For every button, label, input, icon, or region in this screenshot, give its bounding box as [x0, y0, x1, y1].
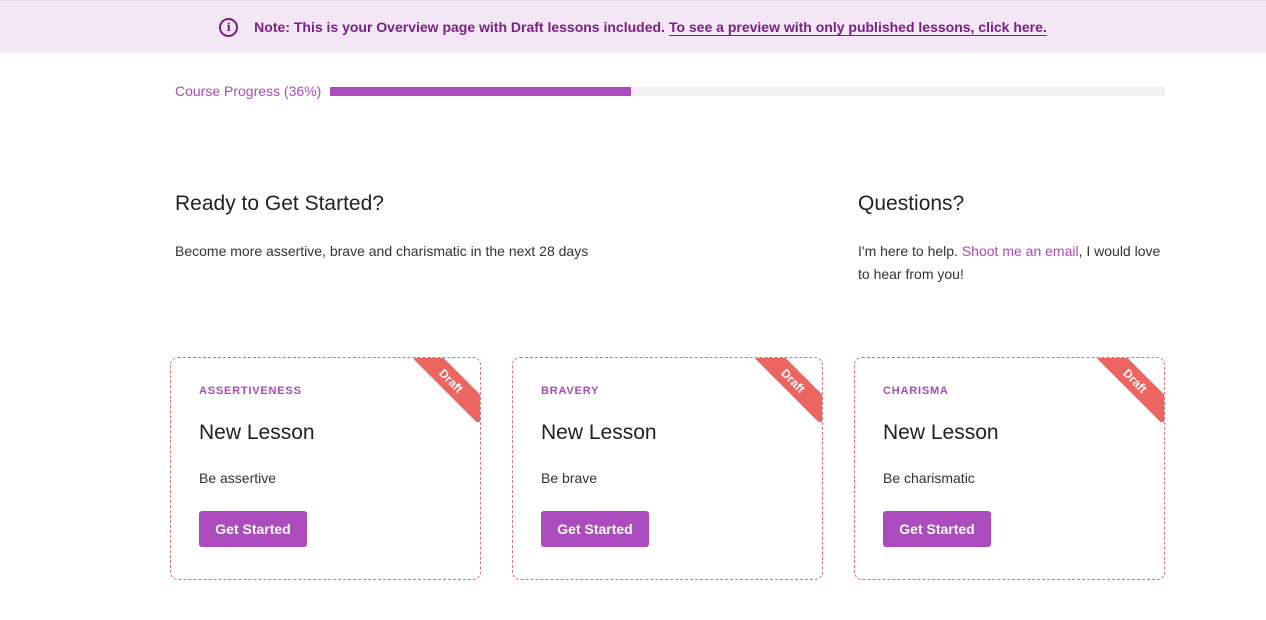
get-started-button[interactable]: Get Started [541, 511, 649, 547]
progress-label: Course Progress (36%) [175, 83, 322, 99]
intro-text: Become more assertive, brave and charism… [175, 243, 589, 259]
lesson-card[interactable]: Draft CHARISMA New Lesson Be charismatic… [854, 357, 1165, 580]
lesson-title: New Lesson [883, 421, 999, 444]
intro-title: Ready to Get Started? [175, 192, 384, 215]
draft-badge: Draft [756, 358, 822, 422]
course-progress: Course Progress (36%) [175, 82, 1165, 100]
lesson-description: Be assertive [199, 470, 277, 486]
get-started-button[interactable]: Get Started [199, 511, 307, 547]
info-icon: i [219, 17, 239, 37]
draft-badge: Draft [1098, 358, 1164, 422]
questions-text-before: I'm here to help. [858, 243, 962, 259]
lesson-card[interactable]: Draft ASSERTIVENESS New Lesson Be assert… [170, 357, 481, 580]
published-preview-link[interactable]: To see a preview with only published les… [669, 19, 1047, 35]
lesson-title: New Lesson [541, 421, 657, 444]
lesson-cards: Draft ASSERTIVENESS New Lesson Be assert… [170, 357, 1166, 581]
lesson-description: Be charismatic [883, 470, 975, 486]
lesson-card[interactable]: Draft BRAVERY New Lesson Be brave Get St… [512, 357, 823, 580]
email-link[interactable]: Shoot me an email [962, 243, 1079, 259]
draft-ribbon: Draft [414, 358, 480, 422]
progress-track [330, 86, 1165, 96]
draft-notice-banner: i Note: This is your Overview page with … [0, 0, 1266, 53]
banner-note: Note: This is your Overview page with Dr… [254, 19, 665, 35]
questions-title: Questions? [858, 192, 965, 215]
intro-section: Ready to Get Started? Become more assert… [175, 192, 775, 263]
questions-section: Questions? I'm here to help. Shoot me an… [858, 192, 1170, 286]
draft-ribbon: Draft [756, 358, 822, 422]
lesson-category: ASSERTIVENESS [199, 385, 302, 397]
lesson-category: CHARISMA [883, 385, 949, 397]
progress-fill [330, 86, 631, 96]
draft-badge: Draft [414, 358, 480, 422]
questions-text: I'm here to help. Shoot me an email, I w… [858, 240, 1170, 286]
lesson-title: New Lesson [199, 421, 315, 444]
get-started-button[interactable]: Get Started [883, 511, 991, 547]
draft-ribbon: Draft [1098, 358, 1164, 422]
lesson-description: Be brave [541, 470, 598, 486]
lesson-category: BRAVERY [541, 385, 600, 397]
